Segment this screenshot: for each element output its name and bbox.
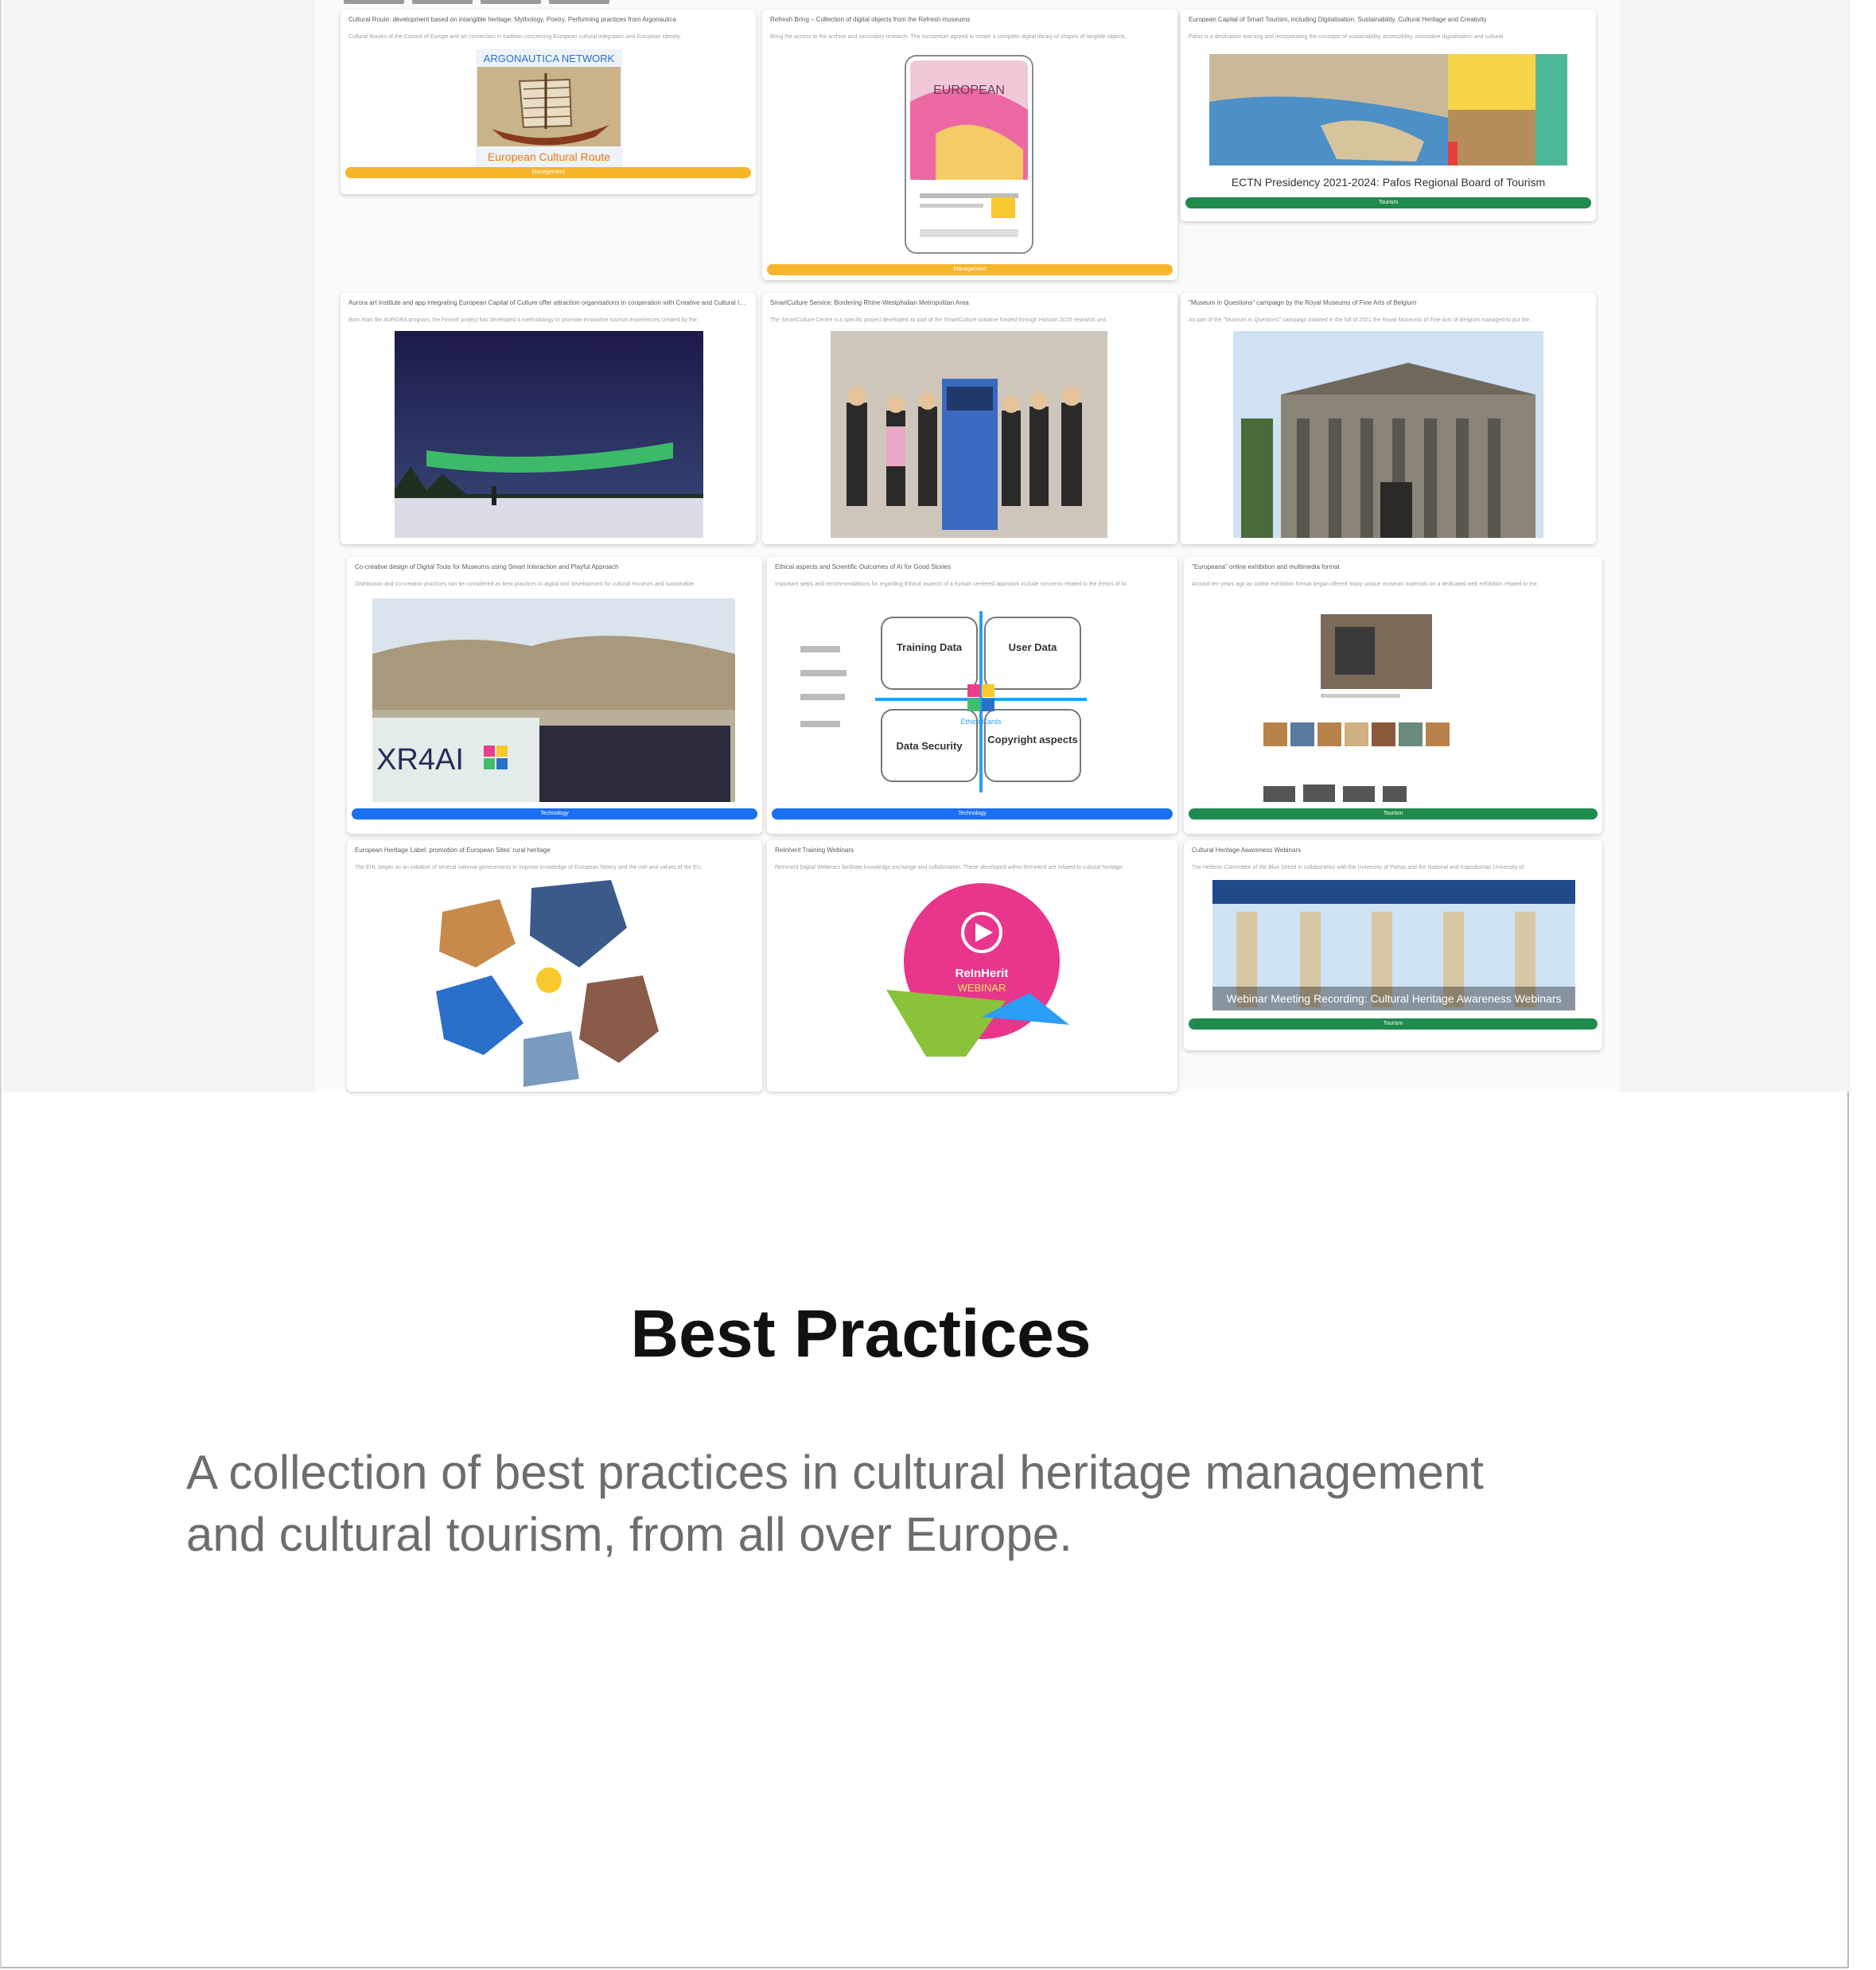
card-subtitle: Born from the AURORA program, the Finnis… [348, 317, 699, 323]
europeana-page-thumbnail [1263, 595, 1518, 802]
card-title: Ethical aspects and Scientific Outcomes … [775, 563, 951, 570]
card-title: European Capital of Smart Tourism, inclu… [1189, 16, 1487, 23]
card-subtitle: Distribution and co-creation practices c… [355, 582, 696, 587]
card-subtitle: Bring the access to the archive and seco… [770, 34, 1127, 40]
card-title: Cultural Route: development based on int… [348, 16, 676, 23]
practice-card-aurora[interactable]: Aurora art Institute and app integrating… [341, 293, 756, 544]
ehl-collage-thumbnail [436, 880, 659, 1087]
diagram-label-training: Training Data [897, 641, 963, 653]
category-button[interactable]: Tourism [1189, 808, 1598, 820]
category-button[interactable]: Technology [772, 808, 1173, 820]
card-subtitle: As part of the "Museum in Questions" cam… [1189, 317, 1532, 323]
category-button[interactable]: Management [767, 264, 1173, 275]
section-description: A collection of best practices in cultur… [186, 1446, 1484, 1561]
hero-collage: Cultural Route: development based on int… [3, 0, 1851, 1092]
practice-card-ehl[interactable]: European Heritage Label: promotion of Eu… [347, 840, 762, 1092]
practice-card-refresh[interactable]: Refresh Bring – Collection of digital ob… [762, 10, 1177, 280]
practice-card-pafos[interactable]: European Capital of Smart Tourism, inclu… [1181, 10, 1596, 221]
card-title: Refresh Bring – Collection of digital ob… [770, 16, 971, 23]
reinherit-caption: WEBINAR [958, 982, 1006, 994]
museum-building-thumbnail [1233, 331, 1543, 538]
card-title: ReInherit Training Webinars [775, 847, 854, 854]
card-subtitle: Around ten years ago an online exhibitio… [1192, 582, 1539, 587]
practice-card-xr4ai[interactable]: Co-creative design of Digital Tools for … [347, 557, 762, 834]
category-button[interactable]: Tourism [1189, 1018, 1598, 1030]
reinherit-webinar-thumbnail: ReInHerit WEBINAR [886, 883, 1069, 1057]
card-title: "Europeana" online exhibition and multim… [1192, 563, 1340, 570]
aurora-thumbnail [395, 331, 703, 538]
card-title: SmartCulture Service: Bordering Rhine-We… [770, 299, 969, 306]
card-title: "Museum in Questions" campaign by the Ro… [1189, 299, 1417, 306]
card-subtitle: Important steps and recommendations for … [775, 582, 1128, 587]
card-subtitle: ReInHerit Digital Webinars facilitate kn… [775, 865, 1124, 870]
diagram-label-copyright: Copyright aspects [987, 734, 1077, 746]
pafos-caption: ECTN Presidency 2021-2024: Pafos Regiona… [1232, 176, 1545, 189]
awareness-caption: Webinar Meeting Recording: Cultural Heri… [1227, 992, 1562, 1005]
diagram-label-security: Data Security [896, 740, 963, 752]
xr4ai-logo: XR4AI [376, 743, 464, 777]
category-button[interactable]: Management [345, 167, 751, 178]
diagram-label-center: Ethics Cards [960, 718, 1002, 726]
practice-card-ethical-ai[interactable]: Ethical aspects and Scientific Outcomes … [767, 557, 1177, 834]
card-title: Co-creative design of Digital Tools for … [355, 563, 619, 570]
card-subtitle: The SmartCulture Centre is a specific pr… [770, 317, 1107, 323]
reinherit-logo-text: ReInHerit [956, 967, 1009, 980]
refresh-poster-thumbnail: EUROPEAN [905, 55, 1033, 254]
practice-card-museum-questions[interactable]: "Museum in Questions" campaign by the Ro… [1181, 293, 1596, 544]
card-subtitle: Cultural Routes of the Council of Europe… [348, 34, 682, 40]
card-title: Cultural Heritage Awareness Webinars [1192, 847, 1302, 854]
practice-card-reinherit[interactable]: ReInherit Training Webinars ReInHerit Di… [767, 840, 1177, 1092]
page-frame: Cultural Route: development based on int… [0, 0, 1851, 1968]
diagram-label-user: User Data [1009, 641, 1057, 653]
top-tab-strip [344, 0, 609, 4]
practice-card-smartculture[interactable]: SmartCulture Service: Bordering Rhine-We… [762, 293, 1177, 544]
smartculture-team-thumbnail [831, 331, 1107, 538]
practice-card-europeana[interactable]: "Europeana" online exhibition and multim… [1184, 557, 1602, 834]
card-title: Aurora art Institute and app integrating… [348, 299, 748, 306]
argonautica-thumbnail: ARGONAUTICA NETWORK European Cultural Ro… [476, 49, 622, 169]
argonautica-logo-text: ARGONAUTICA NETWORK [484, 53, 615, 64]
card-subtitle: Pafos is a destination learning and inco… [1189, 34, 1505, 40]
category-button[interactable]: Tourism [1185, 197, 1591, 208]
refresh-poster-text: EUROPEAN [933, 84, 1005, 97]
ethics-diagram-thumbnail: Training Data User Data Data Security Co… [799, 602, 1149, 800]
awareness-webinar-thumbnail: Webinar Meeting Recording: Cultural Heri… [1212, 880, 1575, 1010]
card-title: European Heritage Label: promotion of Eu… [355, 847, 551, 854]
card-subtitle: The Hellenic Committee of the Blue Shiel… [1192, 865, 1526, 870]
practice-card-awareness-webinars[interactable]: Cultural Heritage Awareness Webinars The… [1184, 840, 1602, 1050]
xr4ai-group-thumbnail: XR4AI [372, 598, 735, 802]
practice-card-argonautica[interactable]: Cultural Route: development based on int… [341, 10, 756, 194]
category-button[interactable]: Technology [352, 808, 757, 820]
card-subtitle: The EHL began as an initiative of severa… [355, 865, 703, 870]
pafos-thumbnail: ECTN Presidency 2021-2024: Pafos Regiona… [1209, 54, 1567, 197]
argonautica-caption: European Cultural Route [488, 150, 610, 163]
section-title: Best Practices [630, 1296, 1092, 1371]
